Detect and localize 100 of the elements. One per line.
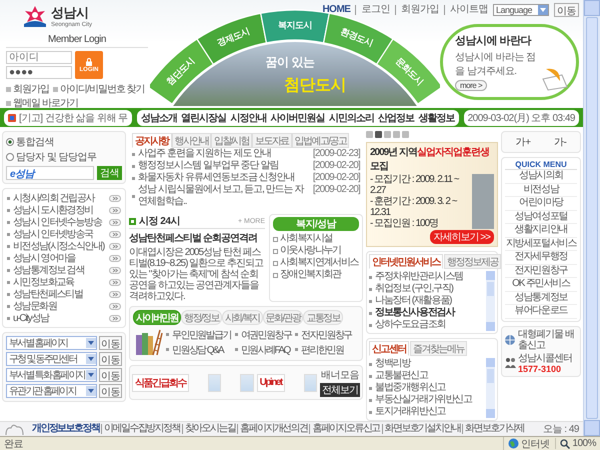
list-link[interactable]: 토지거래위반신고 bbox=[375, 406, 446, 418]
homepage-select[interactable]: 구청 및 동주민센터 bbox=[6, 352, 97, 366]
notice-link[interactable]: 사업주 훈련을 지원하는 제도 안내 bbox=[138, 148, 272, 160]
banner[interactable]: Upinet bbox=[256, 374, 285, 392]
menu-item[interactable]: 사이버민원실 bbox=[270, 110, 325, 124]
welfare-link[interactable]: 사회복지시설 bbox=[280, 233, 332, 245]
civil-link[interactable]: 민원사례FAQ bbox=[240, 342, 290, 356]
welfare-link[interactable]: 사회복지연계서비스 bbox=[280, 257, 358, 269]
notice-link[interactable]: 성남 시립식물원에서 보고, 듣고, 만드는 자연체험학습.. bbox=[138, 184, 309, 208]
site-link[interactable]: 성남시 도시환경정비 bbox=[13, 203, 93, 217]
quick-menu-item[interactable]: 전자민원창구 bbox=[505, 264, 577, 278]
menu-item[interactable]: 시민의소리 bbox=[328, 110, 374, 124]
language-select[interactable]: Language bbox=[492, 4, 549, 16]
quick-menu-item[interactable]: 어린이마당 bbox=[505, 197, 577, 210]
search-button[interactable]: 검색 bbox=[97, 166, 122, 180]
civil-link[interactable]: 전자민원창구 bbox=[301, 328, 352, 342]
tab[interactable]: 입찰/시험 bbox=[211, 133, 252, 148]
quick-link[interactable]: 대형폐기물 배출신고 bbox=[518, 328, 578, 350]
login-link[interactable]: 회원가입 bbox=[13, 82, 49, 96]
login-link[interactable]: 웹메일 바로가기 bbox=[13, 96, 78, 110]
list-link[interactable]: 상하수도요금조회 bbox=[375, 319, 446, 331]
login-link[interactable]: 아이디/비밀번호 찾기 bbox=[60, 82, 145, 96]
top-link[interactable]: 회원가입 bbox=[394, 5, 439, 15]
homepage-select[interactable]: 부서별 홈페이지 bbox=[6, 336, 97, 350]
menu-item[interactable]: 열린시장실 bbox=[181, 110, 226, 124]
quick-menu-item[interactable]: 성남시의회 bbox=[505, 170, 577, 184]
id-field[interactable]: 아이디 bbox=[6, 51, 72, 64]
list-link[interactable]: 정보통신사용전검사 bbox=[375, 307, 454, 319]
site-link[interactable]: u-City성남 bbox=[13, 311, 49, 325]
site-link[interactable]: 시청사/의회 건립공사 bbox=[13, 191, 94, 205]
tab[interactable]: 교통정보 bbox=[303, 310, 343, 325]
zoom-control[interactable]: 100% bbox=[555, 438, 596, 449]
homepage-select[interactable]: 부서별 특화 홈페이지 bbox=[6, 368, 97, 382]
welfare-link[interactable]: 이웃사랑나누기 bbox=[280, 245, 341, 257]
tab[interactable]: 인터넷민원서비스 bbox=[369, 254, 443, 269]
list-link[interactable]: 나눔장터 (재활용품) bbox=[375, 295, 452, 307]
list-link[interactable]: 불법중개행위신고 bbox=[375, 382, 446, 394]
details-button[interactable]: 자세히보기 >> bbox=[430, 230, 494, 244]
tab[interactable]: 보도자료 bbox=[252, 133, 292, 148]
quick-menu-item[interactable]: 뷰어다운로드 bbox=[505, 305, 577, 318]
font-size-button[interactable]: 가- bbox=[548, 134, 572, 150]
news-ticker[interactable]: [기고] 건강한 삶을 위해 무 bbox=[4, 110, 132, 126]
notice-link[interactable]: 행정정보시스템 일부업무 중단 알림 bbox=[138, 160, 278, 172]
site-link[interactable]: 성남시 영어마을 bbox=[13, 251, 76, 265]
footer-link[interactable]: 홈페이지개선의견 bbox=[237, 424, 310, 434]
list-link[interactable]: 취업정보 (구인,구직) bbox=[375, 283, 453, 295]
go-button[interactable]: 이동 bbox=[99, 336, 122, 350]
tab[interactable]: 입법예고/공고 bbox=[292, 133, 350, 148]
tab[interactable]: 문화/관광 bbox=[262, 310, 304, 325]
scrollbar[interactable] bbox=[583, 0, 600, 436]
footer-link[interactable]: 찾아오시는길 bbox=[182, 424, 238, 434]
list-link[interactable]: 교통불편신고 bbox=[375, 370, 428, 382]
tab[interactable]: 행정/정보 bbox=[181, 310, 222, 325]
news-headline[interactable]: 성남탄천페스티벌 순회공연격려 bbox=[129, 231, 265, 245]
homepage-select[interactable]: 유관기관 홈페이지 bbox=[6, 384, 97, 398]
go-button[interactable]: 이동 bbox=[554, 3, 579, 17]
search-field[interactable]: e성남 bbox=[6, 166, 94, 180]
scrollbar[interactable] bbox=[486, 358, 495, 418]
password-field[interactable]: ●●●● bbox=[6, 66, 72, 79]
site-link[interactable]: 성남탄천페스티벌 bbox=[13, 287, 83, 301]
site-link[interactable]: 비전성남(시정소식안내) bbox=[13, 239, 104, 253]
list-link[interactable]: 청백리방 bbox=[375, 358, 410, 370]
footer-link[interactable]: 화면보호기설치안내 bbox=[382, 424, 462, 434]
tab[interactable]: 행정정보제공 bbox=[444, 254, 501, 269]
quick-menu-item[interactable]: 지방세포털서비스 bbox=[505, 238, 577, 251]
tab[interactable]: 즐겨찾는메뉴 bbox=[410, 341, 467, 356]
menu-item[interactable]: 산업정보 bbox=[378, 110, 414, 124]
quick-menu-item[interactable]: 비전성남 bbox=[505, 184, 577, 197]
quick-link[interactable]: 성남시콜센터 bbox=[518, 352, 572, 364]
quick-menu-item[interactable]: 성남여성포털 bbox=[505, 210, 577, 224]
tab[interactable]: 사회/복지 bbox=[222, 310, 263, 325]
notice-link[interactable]: 화물자동차 유류세연동보조금 신청안내 bbox=[138, 172, 295, 184]
site-link[interactable]: 성남시 인터넷방송국 bbox=[13, 227, 93, 241]
font-size-button[interactable]: 가+ bbox=[510, 134, 537, 150]
quick-menu-item[interactable]: 전자세무행정 bbox=[505, 251, 577, 264]
menu-item[interactable]: 성남소개 bbox=[140, 110, 177, 124]
view-all-button[interactable]: 전체보기 bbox=[320, 383, 360, 397]
menu-item[interactable]: 시정안내 bbox=[230, 110, 266, 124]
go-button[interactable]: 이동 bbox=[99, 384, 122, 398]
civil-link[interactable]: 여권민원창구 bbox=[240, 328, 292, 342]
site-link[interactable]: 성남문화원 bbox=[13, 299, 57, 313]
quick-menu-item[interactable]: 성남통계정보 bbox=[505, 292, 577, 305]
more-button[interactable]: more > bbox=[455, 80, 488, 91]
civil-link[interactable]: 편리한민원 bbox=[301, 342, 344, 356]
site-link[interactable]: 성남시 인터넷수능방송 bbox=[13, 215, 102, 229]
list-link[interactable]: 부동산실거래가위반신고 bbox=[375, 394, 472, 406]
civil-link[interactable]: 무인민원발급기 bbox=[172, 328, 231, 342]
footer-link[interactable]: 이메일수집방지정책 bbox=[101, 424, 182, 434]
welfare-link[interactable]: 장애인복지회관 bbox=[280, 269, 341, 281]
banner[interactable]: 식품긴급회수 bbox=[132, 374, 189, 392]
tab[interactable]: 신고센터 bbox=[369, 341, 409, 356]
list-link[interactable]: 주정차위반관리시스템 bbox=[375, 271, 464, 283]
top-link[interactable]: 로그인 bbox=[355, 5, 390, 15]
site-link[interactable]: 시민정보화교육 bbox=[13, 275, 74, 289]
civil-link[interactable]: 민원상담 Q&A bbox=[172, 342, 224, 356]
go-button[interactable]: 이동 bbox=[99, 352, 122, 366]
menu-item[interactable]: 생활정보 bbox=[418, 110, 454, 124]
top-link[interactable]: 사이트맵 bbox=[444, 5, 488, 15]
promo-banner[interactable]: 2009년 지역실업자직업훈련생 모집 - 모집기간 : 2009. 2.11 ~ 2.27 - 훈련기간 : 2009. 3. 2 ~ 12.31 - 모집인원 : 100명 자세히보기 >> bbox=[366, 142, 498, 247]
radio-button[interactable] bbox=[6, 153, 14, 161]
